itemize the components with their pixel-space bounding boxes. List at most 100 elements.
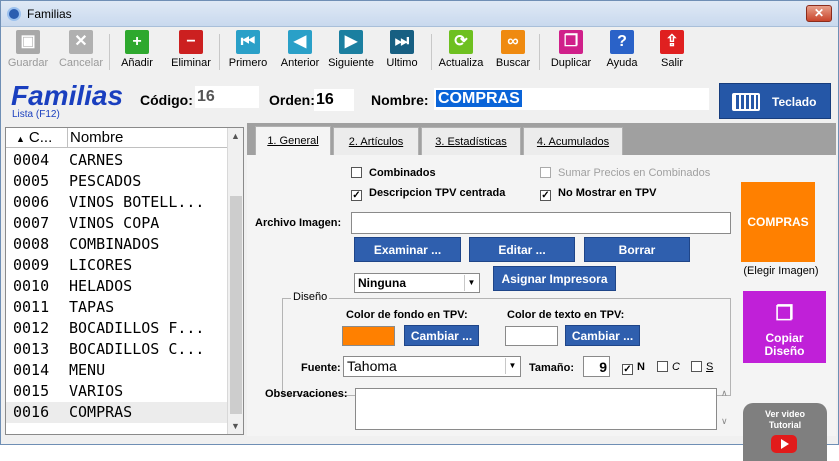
- añadir-button[interactable]: + Añadir: [113, 30, 161, 74]
- tab-general[interactable]: 1. General: [255, 126, 331, 156]
- siguiente-button[interactable]: ▶ Siguiente: [323, 30, 379, 74]
- list-item-code: 0014: [13, 361, 50, 379]
- list-item[interactable]: 0009 LICORES: [6, 255, 228, 276]
- tab-acumulados[interactable]: 4. Acumulados: [523, 127, 623, 155]
- descripcion-centrada-checkbox[interactable]: ✓ Descripcion TPV centrada: [351, 187, 505, 201]
- list-item-code: 0012: [13, 319, 50, 337]
- list-item-code: 0004: [13, 151, 50, 169]
- underline-box: [691, 361, 702, 372]
- underline-checkbox[interactable]: S: [691, 361, 713, 373]
- next-icon: ▶: [339, 30, 363, 54]
- cambiar-fondo-button[interactable]: Cambiar ...: [404, 325, 479, 346]
- list-item[interactable]: 0013 BOCADILLOS C...: [6, 339, 228, 360]
- primero-button[interactable]: ⏮ Primero: [223, 30, 273, 74]
- cambiar-texto-button[interactable]: Cambiar ...: [565, 325, 640, 346]
- observaciones-input[interactable]: [355, 388, 717, 430]
- italic-label: C: [672, 361, 680, 373]
- italic-box: [657, 361, 668, 372]
- list-item[interactable]: 0005 PESCADOS: [6, 171, 228, 192]
- scroll-down-icon[interactable]: ▼: [228, 418, 243, 434]
- examinar-button[interactable]: Examinar ...: [354, 237, 461, 262]
- list-item-code: 0013: [13, 340, 50, 358]
- list-item[interactable]: 0014 MENU: [6, 360, 228, 381]
- list-item-name: CARNES: [69, 151, 124, 169]
- close-button[interactable]: ✕: [806, 5, 832, 22]
- ultimo-label: Ultimo: [386, 57, 418, 69]
- borrar-button[interactable]: Borrar: [584, 237, 690, 262]
- list-item-name: PESCADOS: [69, 172, 142, 190]
- page-title: Familias: [11, 80, 124, 111]
- eliminar-button[interactable]: − Eliminar: [165, 30, 217, 74]
- guardar-button[interactable]: ▣ Guardar: [5, 30, 51, 74]
- list-item[interactable]: 0016 COMPRAS: [6, 402, 228, 423]
- video-tutorial-button[interactable]: Ver video Tutorial: [743, 403, 827, 461]
- nombre-field[interactable]: COMPRAS: [434, 88, 709, 110]
- list-item-name: MENU: [69, 361, 106, 379]
- buscar-button[interactable]: ∞ Buscar: [489, 30, 537, 74]
- list-item[interactable]: 0011 TAPAS: [6, 297, 228, 318]
- list-item[interactable]: 0015 VARIOS: [6, 381, 228, 402]
- list-item[interactable]: 0007 VINOS COPA: [6, 213, 228, 234]
- anterior-button[interactable]: ◀ Anterior: [275, 30, 325, 74]
- combinados-label: Combinados: [369, 167, 436, 179]
- bold-box: ✓: [622, 364, 633, 375]
- color-fondo-swatch[interactable]: [342, 326, 395, 346]
- tamano-input[interactable]: 9: [583, 356, 610, 377]
- list-item[interactable]: 0010 HELADOS: [6, 276, 228, 297]
- list-scrollbar[interactable]: ▲ ▼: [227, 128, 243, 434]
- bold-checkbox[interactable]: ✓ N: [622, 361, 645, 375]
- tab-strip: 1. General 2. Artículos 3. Estadísticas …: [247, 123, 836, 156]
- guardar-label: Guardar: [7, 57, 49, 69]
- tab-articulos[interactable]: 2. Artículos: [333, 127, 419, 155]
- actualiza-button[interactable]: ⟳ Actualiza: [435, 30, 487, 74]
- scroll-up-icon[interactable]: ▲: [228, 128, 243, 144]
- ultimo-button[interactable]: ⏭ Ultimo: [381, 30, 423, 74]
- fuente-select[interactable]: Tahoma ▼: [343, 356, 521, 377]
- actualiza-label: Actualiza: [438, 57, 484, 69]
- list-item[interactable]: 0008 COMBINADOS: [6, 234, 228, 255]
- italic-checkbox[interactable]: C: [657, 361, 680, 373]
- salir-label: Salir: [660, 57, 683, 69]
- column-header-code[interactable]: ▲ C...: [6, 128, 68, 148]
- refresh-icon: ⟳: [449, 30, 473, 54]
- teclado-button[interactable]: Teclado: [719, 83, 831, 119]
- plus-icon: +: [125, 30, 149, 54]
- previous-icon: ◀: [288, 30, 312, 54]
- copiar-diseno-button[interactable]: ❐ Copiar Diseño: [743, 291, 826, 363]
- editar-button[interactable]: Editar ...: [469, 237, 575, 262]
- asignar-impresora-button[interactable]: Asignar Impresora: [493, 266, 616, 291]
- lista-link[interactable]: Lista (F12): [12, 109, 60, 120]
- color-texto-swatch[interactable]: [505, 326, 558, 346]
- tpv-preview-button[interactable]: COMPRAS: [741, 182, 815, 262]
- orden-field[interactable]: 16: [314, 89, 354, 111]
- combinados-checkbox[interactable]: Combinados: [351, 167, 436, 179]
- no-mostrar-label: No Mostrar en TPV: [558, 187, 657, 199]
- toolbar-separator: [539, 34, 540, 70]
- diseno-group: Diseño Color de fondo en TPV: Cambiar ..…: [282, 291, 731, 396]
- no-mostrar-checkbox[interactable]: ✓ No Mostrar en TPV: [540, 187, 656, 201]
- list-item[interactable]: 0004 CARNES: [6, 150, 228, 171]
- tab-estadisticas[interactable]: 3. Estadísticas: [421, 127, 521, 155]
- scroll-thumb[interactable]: [230, 196, 242, 414]
- list-item-code: 0005: [13, 172, 50, 190]
- sumar-precios-checkbox[interactable]: Sumar Precios en Combinados: [540, 167, 710, 179]
- chevron-down-icon[interactable]: ▼: [505, 358, 519, 374]
- fuente-label: Fuente:: [301, 362, 341, 374]
- observaciones-scroll-up-icon[interactable]: ∧: [721, 388, 728, 399]
- list-item[interactable]: 0006 VINOS BOTELL...: [6, 192, 228, 213]
- familias-window: Familias ✕ ▣ Guardar ✕ Cancelar + Añadir − Elim…: [0, 0, 839, 461]
- archivo-imagen-input[interactable]: [351, 212, 731, 234]
- anterior-label: Anterior: [280, 57, 320, 69]
- list-item[interactable]: 0012 BOCADILLOS F...: [6, 318, 228, 339]
- ayuda-button[interactable]: ? Ayuda: [601, 30, 643, 74]
- observaciones-scroll-down-icon[interactable]: ∨: [721, 416, 728, 427]
- impresora-select[interactable]: Ninguna ▼: [354, 273, 480, 293]
- duplicar-button[interactable]: ❐ Duplicar: [546, 30, 596, 74]
- elegir-imagen-label[interactable]: (Elegir Imagen): [741, 265, 821, 277]
- salir-button[interactable]: ⇪ Salir: [653, 30, 691, 74]
- chevron-down-icon[interactable]: ▼: [464, 275, 478, 291]
- list-item-code: 0006: [13, 193, 50, 211]
- codigo-field[interactable]: 16: [195, 86, 259, 108]
- cancelar-button[interactable]: ✕ Cancelar: [53, 30, 109, 74]
- column-header-name[interactable]: Nombre: [70, 128, 123, 148]
